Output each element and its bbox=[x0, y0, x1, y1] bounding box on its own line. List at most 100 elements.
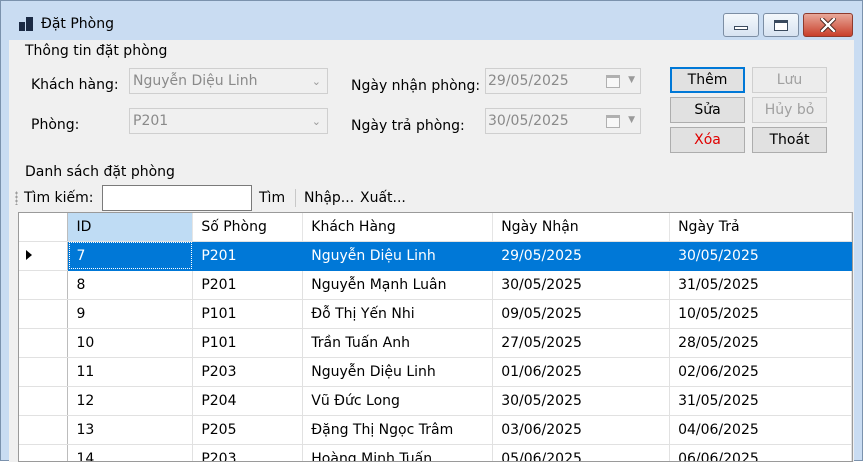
cell-checkin[interactable]: 29/05/2025 bbox=[492, 241, 671, 271]
cell-customer[interactable]: Nguyễn Mạnh Luân bbox=[302, 270, 494, 300]
row-header[interactable] bbox=[19, 241, 69, 271]
save-button[interactable]: Lưu bbox=[752, 67, 827, 93]
column-header-checkout[interactable]: Ngày Trả bbox=[669, 213, 852, 242]
column-header-room[interactable]: Số Phòng bbox=[192, 213, 304, 242]
table-row[interactable]: 13 P205 Đặng Thị Ngọc Trâm 03/06/2025 04/06/… bbox=[19, 415, 852, 445]
cell-customer[interactable]: Đỗ Thị Yến Nhi bbox=[302, 299, 494, 329]
row-header[interactable] bbox=[19, 328, 69, 358]
cell-checkin[interactable]: 27/05/2025 bbox=[492, 328, 671, 358]
checkout-datepicker[interactable]: 30/05/2025 ▼ bbox=[485, 108, 641, 134]
cell-checkout[interactable]: 06/06/2025 bbox=[669, 444, 852, 461]
column-header-customer[interactable]: Khách Hàng bbox=[302, 213, 494, 242]
cell-room[interactable]: P203 bbox=[192, 444, 304, 461]
column-header-id[interactable]: ID bbox=[67, 213, 194, 242]
dropdown-arrow-icon: ▼ bbox=[628, 115, 635, 125]
calendar-icon bbox=[606, 75, 620, 88]
cell-room[interactable]: P201 bbox=[192, 270, 304, 300]
cell-room[interactable]: P101 bbox=[192, 328, 304, 358]
calendar-icon bbox=[606, 115, 620, 128]
title-bar[interactable]: Đặt Phòng bbox=[1, 1, 862, 41]
maximize-icon bbox=[774, 19, 788, 31]
table-row[interactable]: 7 P201 Nguyễn Diệu Linh 29/05/2025 30/05/202… bbox=[19, 241, 852, 271]
cell-checkout[interactable]: 02/06/2025 bbox=[669, 357, 852, 387]
import-button[interactable]: Nhập... bbox=[304, 190, 354, 206]
cell-id[interactable]: 11 bbox=[67, 357, 194, 387]
dropdown-arrow-icon: ⌄ bbox=[311, 75, 321, 88]
grid-body: 7 P201 Nguyễn Diệu Linh 29/05/2025 30/05/202… bbox=[19, 241, 852, 461]
cell-room[interactable]: P203 bbox=[192, 357, 304, 387]
delete-button[interactable]: Xóa bbox=[670, 127, 745, 153]
cell-checkout[interactable]: 31/05/2025 bbox=[669, 386, 852, 416]
cell-checkin[interactable]: 09/05/2025 bbox=[492, 299, 671, 329]
cell-room[interactable]: P101 bbox=[192, 299, 304, 329]
row-header[interactable] bbox=[19, 444, 69, 461]
add-button[interactable]: Thêm bbox=[670, 67, 745, 93]
toolbar-grip[interactable] bbox=[15, 191, 18, 205]
cell-id[interactable]: 8 bbox=[67, 270, 194, 300]
search-label: Tìm kiếm: bbox=[24, 190, 94, 206]
minimize-button[interactable] bbox=[723, 13, 759, 37]
cell-checkin[interactable]: 30/05/2025 bbox=[492, 386, 671, 416]
cell-id[interactable]: 13 bbox=[67, 415, 194, 445]
cell-checkout[interactable]: 30/05/2025 bbox=[669, 241, 852, 271]
cell-customer[interactable]: Vũ Đức Long bbox=[302, 386, 494, 416]
cell-checkout[interactable]: 10/05/2025 bbox=[669, 299, 852, 329]
row-header[interactable] bbox=[19, 386, 69, 416]
checkout-label: Ngày trả phòng: bbox=[351, 118, 465, 134]
cell-customer[interactable]: Đặng Thị Ngọc Trâm bbox=[302, 415, 494, 445]
cell-checkout[interactable]: 28/05/2025 bbox=[669, 328, 852, 358]
customer-value: Nguyễn Diệu Linh bbox=[133, 73, 258, 89]
bookings-grid[interactable]: ID Số Phòng Khách Hàng Ngày Nhận Ngày Tr… bbox=[18, 212, 853, 462]
edit-button[interactable]: Sửa bbox=[670, 97, 745, 123]
search-toolbar: Tìm kiếm: Tìm Nhập... Xuất... bbox=[9, 183, 854, 213]
cancel-button[interactable]: Hủy bỏ bbox=[752, 97, 827, 123]
table-row[interactable]: 10 P101 Trần Tuấn Anh 27/05/2025 28/05/2025 bbox=[19, 328, 852, 358]
grid-header-row: ID Số Phòng Khách Hàng Ngày Nhận Ngày Tr… bbox=[19, 213, 852, 242]
export-button[interactable]: Xuất... bbox=[360, 190, 406, 206]
table-row[interactable]: 12 P204 Vũ Đức Long 30/05/2025 31/05/2025 bbox=[19, 386, 852, 416]
cell-checkin[interactable]: 30/05/2025 bbox=[492, 270, 671, 300]
table-row[interactable]: 9 P101 Đỗ Thị Yến Nhi 09/05/2025 10/05/2025 bbox=[19, 299, 852, 329]
cell-room[interactable]: P204 bbox=[192, 386, 304, 416]
toolbar-separator bbox=[295, 189, 296, 207]
search-input[interactable] bbox=[102, 185, 252, 211]
cell-id[interactable]: 14 bbox=[67, 444, 194, 461]
row-header[interactable] bbox=[19, 270, 69, 300]
cell-id[interactable]: 12 bbox=[67, 386, 194, 416]
customer-combobox[interactable]: Nguyễn Diệu Linh ⌄ bbox=[129, 68, 328, 94]
table-row[interactable]: 8 P201 Nguyễn Mạnh Luân 30/05/2025 31/05/202… bbox=[19, 270, 852, 300]
row-header[interactable] bbox=[19, 299, 69, 329]
booking-window: Đặt Phòng Thông tin đặt phòng Khách hàng… bbox=[0, 0, 863, 462]
room-combobox[interactable]: P201 ⌄ bbox=[129, 108, 328, 134]
close-icon bbox=[820, 18, 836, 32]
booking-list-group-title: Danh sách đặt phòng bbox=[25, 164, 175, 180]
form-client-area: Thông tin đặt phòng Khách hàng: Nguyễn D… bbox=[9, 40, 854, 462]
row-header[interactable] bbox=[19, 357, 69, 387]
cell-checkin[interactable]: 05/06/2025 bbox=[492, 444, 671, 461]
row-header-corner[interactable] bbox=[19, 213, 69, 242]
cell-checkout[interactable]: 04/06/2025 bbox=[669, 415, 852, 445]
cell-id[interactable]: 10 bbox=[67, 328, 194, 358]
checkout-value: 30/05/2025 bbox=[488, 113, 569, 129]
close-button[interactable] bbox=[803, 13, 853, 37]
table-row[interactable]: 11 P203 Nguyễn Diệu Linh 01/06/2025 02/06/20… bbox=[19, 357, 852, 387]
maximize-button[interactable] bbox=[763, 13, 799, 37]
cell-customer[interactable]: Nguyễn Diệu Linh bbox=[302, 357, 494, 387]
cell-room[interactable]: P201 bbox=[192, 241, 304, 271]
row-header[interactable] bbox=[19, 415, 69, 445]
cell-room[interactable]: P205 bbox=[192, 415, 304, 445]
table-row[interactable]: 14 P203 Hoàng Minh Tuấn 05/06/2025 06/06/202… bbox=[19, 444, 852, 461]
checkin-datepicker[interactable]: 29/05/2025 ▼ bbox=[485, 68, 641, 94]
dropdown-arrow-icon: ⌄ bbox=[311, 115, 321, 128]
cell-checkin[interactable]: 01/06/2025 bbox=[492, 357, 671, 387]
find-button[interactable]: Tìm bbox=[259, 190, 285, 206]
cell-customer[interactable]: Hoàng Minh Tuấn bbox=[302, 444, 494, 461]
column-header-checkin[interactable]: Ngày Nhận bbox=[492, 213, 671, 242]
cell-customer[interactable]: Trần Tuấn Anh bbox=[302, 328, 494, 358]
cell-customer[interactable]: Nguyễn Diệu Linh bbox=[302, 241, 494, 271]
cell-id[interactable]: 7 bbox=[67, 241, 194, 271]
cell-id[interactable]: 9 bbox=[67, 299, 194, 329]
cell-checkin[interactable]: 03/06/2025 bbox=[492, 415, 671, 445]
cell-checkout[interactable]: 31/05/2025 bbox=[669, 270, 852, 300]
exit-button[interactable]: Thoát bbox=[752, 127, 827, 153]
